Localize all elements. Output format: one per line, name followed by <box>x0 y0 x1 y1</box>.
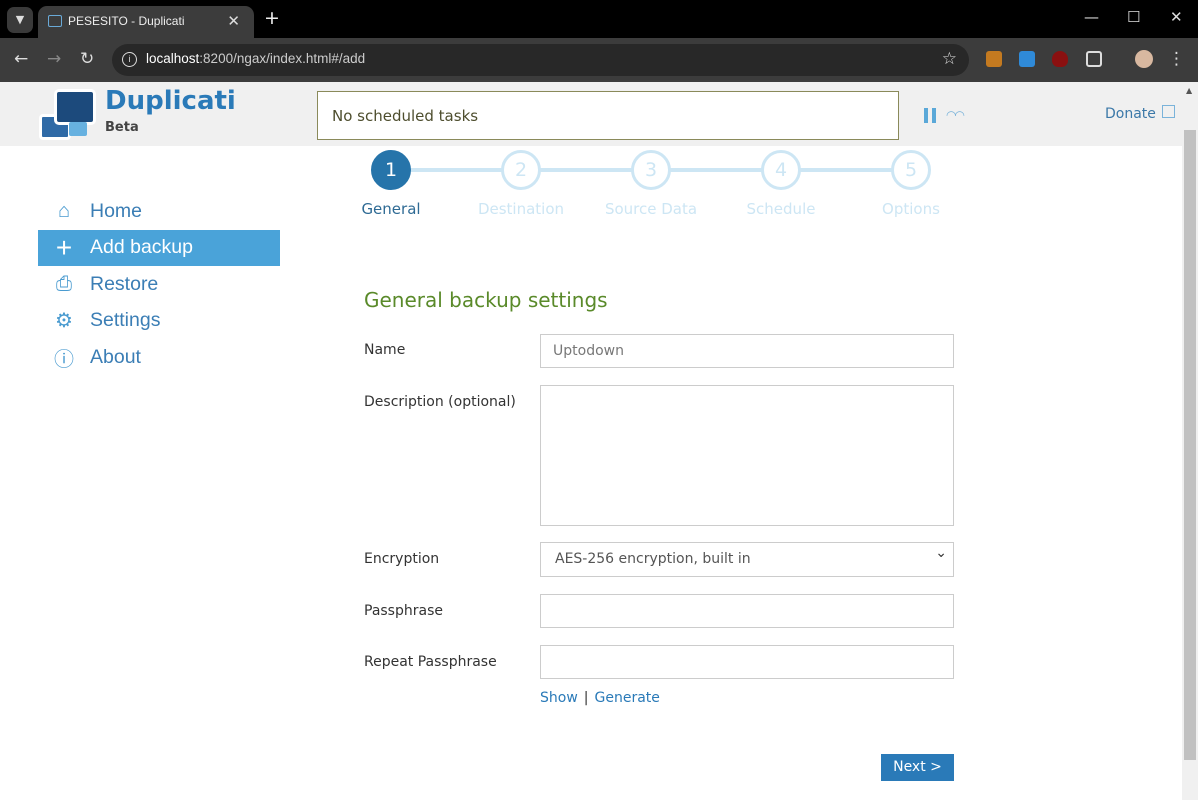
name-input[interactable]: Uptodown <box>540 334 954 368</box>
pause-icon[interactable] <box>924 108 936 123</box>
passphrase-label: Passphrase <box>364 603 443 619</box>
forward-button[interactable]: → <box>47 49 61 69</box>
step-source-data[interactable]: 3 Source Data <box>586 150 716 218</box>
profile-avatar[interactable] <box>1135 50 1153 68</box>
sidebar-item-add-backup[interactable]: + Add backup <box>38 229 280 266</box>
sidebar-item-home[interactable]: ⌂ Home <box>38 193 280 230</box>
logo <box>54 89 96 125</box>
restore-icon: ⎙ <box>56 272 72 295</box>
show-link[interactable]: Show <box>540 690 578 706</box>
browser-tab-bar: ▼ PESESITO - Duplicati ✕ + — ☐ ✕ <box>0 0 1198 38</box>
info-icon: ⓘ <box>54 348 74 371</box>
sidebar-item-about[interactable]: ⓘ About <box>38 339 280 376</box>
step-destination[interactable]: 2 Destination <box>456 150 586 218</box>
description-label: Description (optional) <box>364 394 516 410</box>
next-button[interactable]: Next > <box>881 754 954 781</box>
page-scrollbar[interactable]: ▲ <box>1182 82 1198 800</box>
encryption-select[interactable]: AES-256 encryption, built in <box>540 542 954 577</box>
name-label: Name <box>364 342 406 358</box>
app-header: Duplicati Beta No scheduled tasks ◠◠ Don… <box>0 82 1182 146</box>
repeat-passphrase-input[interactable] <box>540 645 954 679</box>
encryption-label: Encryption <box>364 551 440 567</box>
close-tab-icon[interactable]: ✕ <box>227 12 240 30</box>
separator: | <box>583 690 589 706</box>
site-info-icon[interactable]: i <box>122 52 137 67</box>
browser-menu-icon[interactable]: ⋮ <box>1168 49 1185 69</box>
new-tab-button[interactable]: + <box>264 7 280 29</box>
gear-icon: ⚙ <box>55 310 73 333</box>
scrollbar-thumb[interactable] <box>1184 130 1196 760</box>
section-title: General backup settings <box>364 288 608 312</box>
tab-search-button[interactable]: ▼ <box>7 7 33 33</box>
extensions-puzzle-icon[interactable] <box>1086 51 1102 67</box>
reload-button[interactable]: ↻ <box>80 49 94 69</box>
back-button[interactable]: ← <box>14 49 28 69</box>
external-link-icon <box>1161 105 1175 118</box>
step-general[interactable]: 1 General <box>326 150 456 218</box>
description-textarea[interactable] <box>540 385 954 526</box>
maximize-button[interactable]: ☐ <box>1127 8 1140 26</box>
ublock-icon[interactable] <box>1052 51 1068 67</box>
home-icon: ⌂ <box>57 199 71 222</box>
donate-link[interactable]: Donate <box>1105 105 1175 122</box>
step-options[interactable]: 5 Options <box>846 150 976 218</box>
browser-tab[interactable]: PESESITO - Duplicati ✕ <box>38 6 254 38</box>
minimize-button[interactable]: — <box>1084 8 1099 26</box>
tab-title: PESESITO - Duplicati <box>68 14 185 28</box>
generate-link[interactable]: Generate <box>595 690 660 706</box>
passphrase-links: Show | Generate <box>540 690 660 706</box>
close-window-button[interactable]: ✕ <box>1170 8 1183 26</box>
logo <box>69 122 87 136</box>
step-schedule[interactable]: 4 Schedule <box>716 150 846 218</box>
sidebar-nav: ⌂ Home + Add backup ⎙ Restore ⚙ Settings ⓘ Ab… <box>38 193 280 376</box>
repeat-passphrase-label: Repeat Passphrase <box>364 654 497 670</box>
address-bar[interactable]: i localhost:8200/ngax/index.html#/add ☆ <box>112 44 969 76</box>
scroll-up-icon[interactable]: ▲ <box>1186 86 1192 95</box>
status-box: No scheduled tasks <box>317 91 899 140</box>
extension-icon[interactable] <box>986 51 1002 67</box>
download-extension-icon[interactable] <box>1019 51 1035 67</box>
sidebar-item-restore[interactable]: ⎙ Restore <box>38 266 280 303</box>
plus-icon: + <box>55 231 73 263</box>
bookmark-star-icon[interactable]: ☆ <box>942 49 957 69</box>
browser-toolbar: ← → ↻ i localhost:8200/ngax/index.html#/… <box>0 38 1198 82</box>
sidebar-item-settings[interactable]: ⚙ Settings <box>38 303 280 340</box>
throttle-gauge-icon[interactable]: ◠◠ <box>946 108 970 122</box>
duplicati-favicon-icon <box>48 15 62 27</box>
wizard-steps: 1 General 2 Destination 3 Source Data 4 Sche… <box>361 150 961 230</box>
passphrase-input[interactable] <box>540 594 954 628</box>
brand-name[interactable]: Duplicati <box>105 86 236 116</box>
edition-label: Beta <box>105 120 139 135</box>
